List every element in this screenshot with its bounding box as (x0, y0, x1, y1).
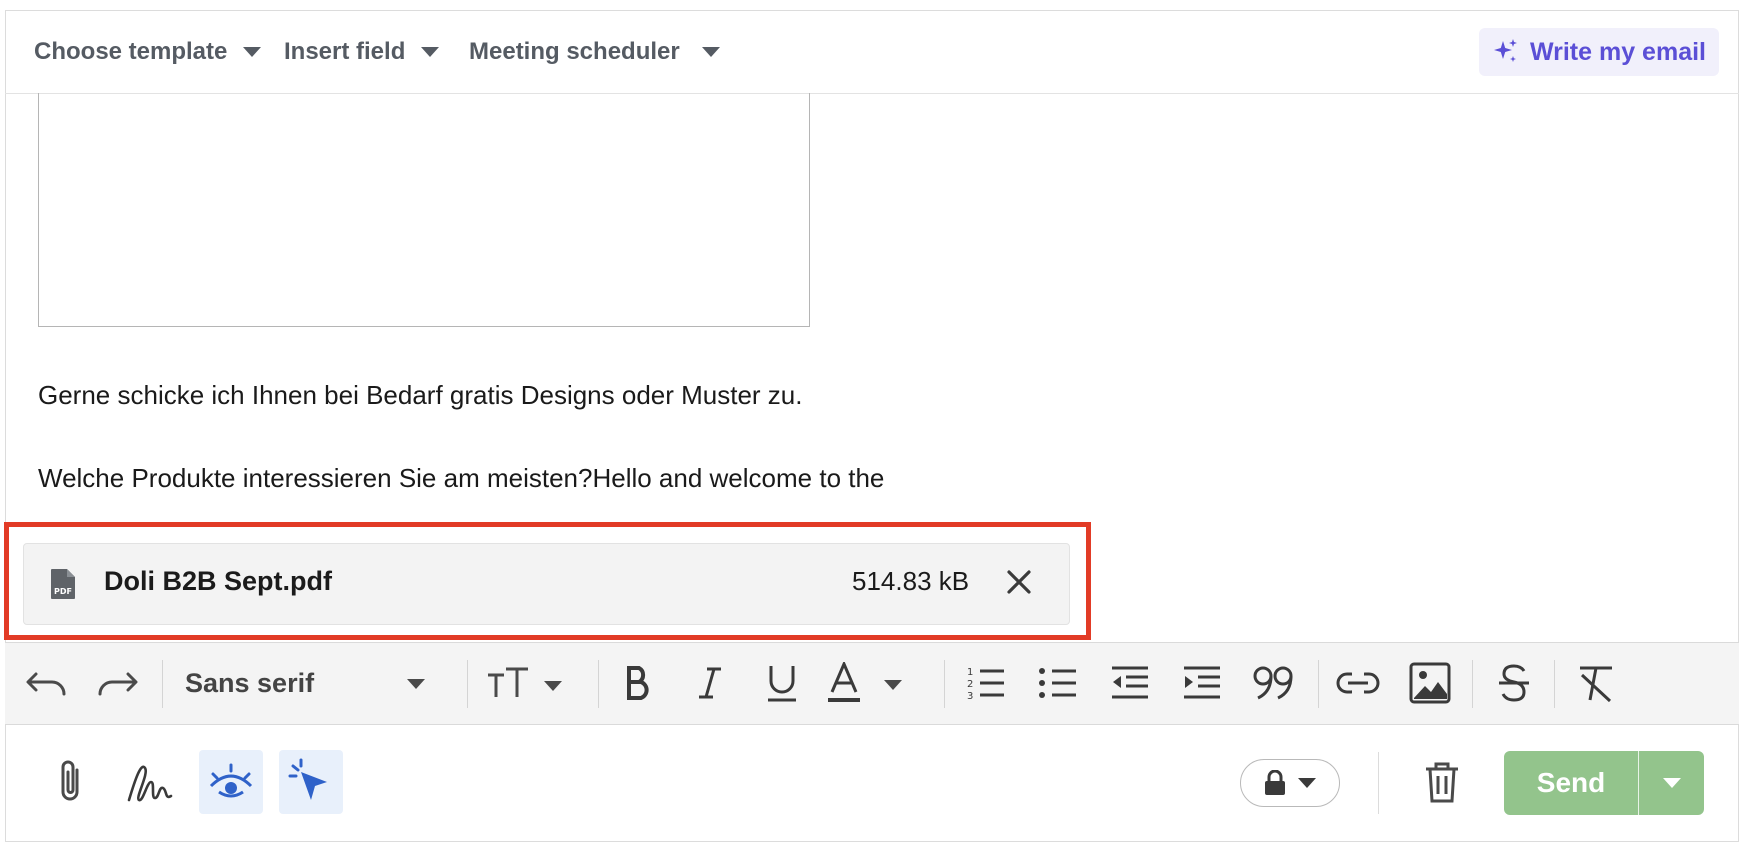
toolbar-divider (598, 660, 599, 708)
bold-icon[interactable] (612, 656, 664, 710)
attach-file-icon[interactable] (38, 750, 102, 814)
send-button[interactable]: Send (1504, 751, 1638, 815)
message-line-2[interactable]: Welche Produkte interessieren Sie am mei… (38, 463, 884, 494)
redo-icon[interactable] (92, 656, 144, 710)
embedded-image[interactable] (38, 93, 810, 327)
undo-icon[interactable] (20, 656, 72, 710)
font-size-icon[interactable] (484, 656, 568, 710)
insert-field-dropdown[interactable]: Insert field (284, 10, 440, 94)
toolbar-divider (1318, 660, 1319, 708)
bulleted-list-icon[interactable] (1032, 656, 1084, 710)
text-color-icon[interactable] (826, 656, 916, 710)
message-line-1[interactable]: Gerne schicke ich Ihnen bei Bedarf grati… (38, 380, 803, 411)
toolbar-divider (944, 660, 945, 708)
chevron-down-icon (1298, 778, 1316, 788)
svg-text:1: 1 (967, 667, 973, 678)
write-my-email-button[interactable]: Write my email (1479, 28, 1719, 76)
indent-icon[interactable] (1176, 656, 1228, 710)
chevron-down-icon (407, 679, 425, 689)
sparkle-icon (1493, 39, 1517, 62)
attachment-size: 514.83 kB (852, 566, 970, 596)
choose-template-label: Choose template (34, 38, 228, 65)
delete-draft-icon[interactable] (1410, 750, 1474, 814)
lock-icon (1265, 770, 1285, 795)
link-icon[interactable] (1332, 656, 1384, 710)
font-family-select[interactable]: Sans serif (185, 655, 430, 711)
svg-text:2: 2 (967, 679, 973, 690)
remove-attachment-icon[interactable] (1005, 568, 1033, 601)
meeting-scheduler-label: Meeting scheduler (469, 38, 680, 65)
composer-top-toolbar: Choose template Insert field Meeting sch… (5, 10, 1739, 94)
toolbar-divider (1472, 660, 1473, 708)
send-options-button[interactable] (1639, 751, 1704, 815)
choose-template-dropdown[interactable]: Choose template (34, 10, 262, 94)
clear-format-icon[interactable] (1570, 656, 1622, 710)
privacy-dropdown[interactable] (1240, 759, 1340, 807)
track-opens-icon[interactable] (199, 750, 263, 814)
svg-text:3: 3 (967, 691, 973, 702)
meeting-scheduler-dropdown[interactable]: Meeting scheduler (469, 10, 720, 94)
chevron-down-icon (701, 47, 720, 57)
strikethrough-icon[interactable] (1488, 656, 1540, 710)
underline-icon[interactable] (756, 656, 808, 710)
chevron-down-icon (243, 47, 262, 57)
toolbar-divider (162, 660, 163, 708)
chevron-down-icon (421, 47, 440, 57)
send-button-group: Send (1504, 751, 1704, 815)
pdf-file-icon: PDF (50, 568, 76, 605)
attachment-name: Doli B2B Sept.pdf (104, 566, 332, 596)
signature-icon[interactable] (118, 750, 182, 814)
image-icon[interactable] (1404, 656, 1456, 710)
write-my-email-label: Write my email (1529, 37, 1706, 66)
italic-icon[interactable] (684, 656, 736, 710)
svg-text:PDF: PDF (54, 587, 72, 596)
toolbar-divider (467, 660, 468, 708)
outdent-icon[interactable] (1104, 656, 1156, 710)
action-divider (1378, 752, 1379, 814)
font-family-value: Sans serif (185, 667, 315, 698)
quote-icon[interactable] (1248, 656, 1300, 710)
toolbar-divider (1554, 660, 1555, 708)
track-clicks-icon[interactable] (279, 750, 343, 814)
chevron-down-icon (1662, 778, 1681, 788)
send-divider (1638, 751, 1639, 815)
numbered-list-icon[interactable]: 123 (960, 656, 1012, 710)
insert-field-label: Insert field (284, 38, 406, 65)
